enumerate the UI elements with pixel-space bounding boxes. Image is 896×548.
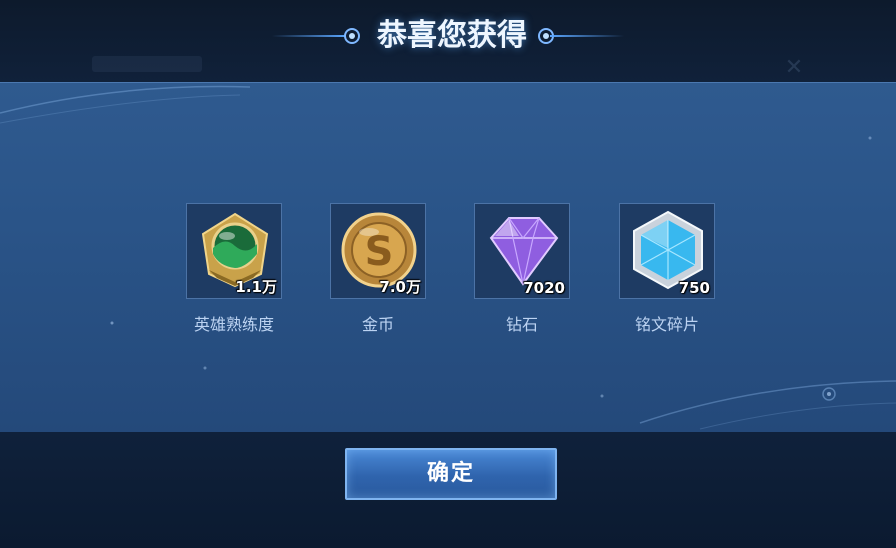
reward-label: 金币 — [361, 315, 394, 334]
reward-count: 750 — [678, 279, 710, 297]
panel-decoration — [0, 85, 896, 430]
reward-label: 钻石 — [505, 315, 538, 334]
background-label-blur — [92, 56, 202, 72]
reward-panel: 1.1万 英雄熟练度 S 7.0万 金币 7020 钻石 750 铭文碎片 — [0, 82, 896, 434]
confirm-button[interactable]: 确定 — [345, 448, 557, 500]
dialog-header: 恭喜您获得 — [0, 14, 896, 58]
inscription-fragment-icon — [633, 210, 703, 290]
dialog-title: 恭喜您获得 — [377, 18, 527, 53]
reward-count: 1.1万 — [235, 278, 277, 296]
reward-slot-diamond[interactable]: 7020 — [474, 203, 570, 299]
reward-slot-hero-proficiency[interactable]: 1.1万 — [186, 203, 282, 299]
reward-count: 7.0万 — [379, 278, 421, 296]
reward-count: 7020 — [523, 279, 565, 297]
reward-label: 铭文碎片 — [634, 315, 699, 334]
reward-slot-inscription-fragment[interactable]: 750 — [619, 203, 715, 299]
reward-label: 英雄熟练度 — [193, 315, 274, 334]
title-line-left — [272, 35, 346, 37]
background-close-icon: ✕ — [784, 55, 804, 80]
diamond-icon — [489, 217, 559, 286]
reward-slot-gold[interactable]: S 7.0万 — [330, 203, 426, 299]
title-line-right — [550, 35, 624, 37]
title-ornament-left-icon — [344, 28, 360, 44]
